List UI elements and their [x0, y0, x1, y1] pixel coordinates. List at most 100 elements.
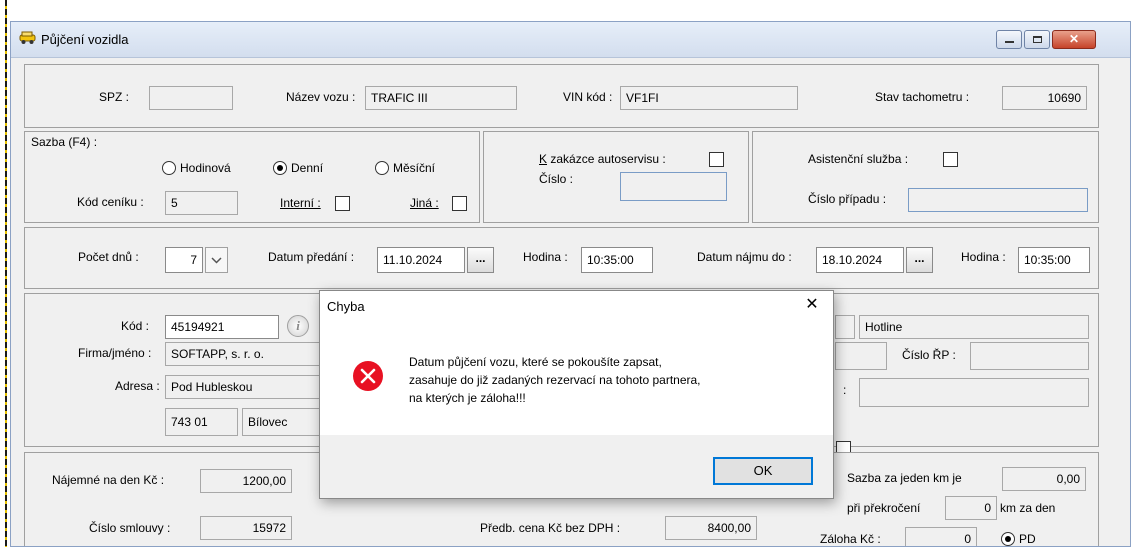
contract-label: Číslo smlouvy : — [89, 521, 171, 535]
model-field[interactable]: TRAFIC III — [365, 86, 517, 110]
partner-colon: : — [843, 383, 847, 397]
handover-hour-label: Hodina : — [523, 250, 568, 264]
pricelist-field[interactable]: 5 — [165, 191, 238, 215]
exceed-label: při překročení — [847, 501, 921, 515]
service-order-prefix: K — [539, 152, 548, 166]
case-number-field[interactable] — [908, 188, 1088, 212]
partner-extra-field[interactable] — [835, 315, 855, 339]
service-order-label: K zakázce autoservisu : — [539, 152, 666, 166]
lease-until-picker-button[interactable]: ... — [906, 247, 933, 273]
partner-extra-field-3[interactable] — [859, 378, 1089, 407]
estimate-label: Předb. cena Kč bez DPH : — [480, 521, 621, 535]
days-field[interactable]: 7 — [165, 247, 203, 273]
maximize-icon — [1033, 36, 1042, 43]
company-field[interactable]: SOFTAPP, s. r. o. — [165, 342, 335, 366]
km-rate-label: Sazba za jeden km je — [847, 471, 962, 485]
deposit-field[interactable]: 0 — [905, 527, 977, 546]
dialog-body: Chyba ✕ Datum půjčení vozu, které se pok… — [320, 291, 833, 435]
deposit-radio-pd[interactable] — [1001, 532, 1015, 546]
radio-hourly[interactable] — [162, 161, 176, 175]
partner-info-button[interactable]: i — [287, 315, 309, 337]
service-panel: K zakázce autoservisu : Číslo : — [483, 131, 749, 223]
window-title: Půjčení vozidla — [41, 32, 129, 47]
service-order-text: zakázce autoservisu : — [547, 152, 666, 166]
km-rate-field[interactable]: 0,00 — [1002, 467, 1086, 491]
service-order-checkbox[interactable] — [709, 152, 724, 167]
vin-label: VIN kód : — [563, 90, 613, 104]
assistance-label: Asistenční služba : — [808, 152, 909, 166]
deposit-radio-pd-label: PD — [1019, 532, 1036, 546]
radio-daily[interactable] — [273, 161, 287, 175]
partner-code-field[interactable]: 45194921 — [165, 315, 279, 339]
ok-button[interactable]: OK — [713, 457, 813, 485]
hotline-field[interactable]: Hotline — [859, 315, 1089, 339]
other-label: Jiná : — [410, 196, 439, 210]
partner-code-label: Kód : — [121, 319, 150, 333]
street-field[interactable]: Pod Hubleskou — [165, 375, 335, 399]
service-number-label: Číslo : — [539, 172, 574, 186]
spz-field[interactable] — [149, 86, 233, 110]
rate-title: Sazba (F4) : — [31, 135, 98, 149]
spz-label: SPZ : — [99, 90, 130, 104]
handover-date-picker-button[interactable]: ... — [467, 247, 494, 273]
handover-date-label: Datum předání : — [268, 250, 355, 264]
maximize-button[interactable] — [1024, 30, 1050, 49]
odometer-field[interactable]: 10690 — [1002, 86, 1087, 110]
radio-monthly-label: Měsíční — [393, 161, 436, 175]
minimize-icon — [1005, 41, 1014, 43]
error-icon — [353, 361, 383, 391]
rp-field[interactable] — [970, 342, 1089, 370]
deposit-label: Záloha Kč : — [820, 532, 881, 546]
rp-label: Číslo ŘP : — [902, 348, 956, 362]
pricelist-label: Kód ceníku : — [77, 195, 144, 209]
minimize-button[interactable] — [996, 30, 1022, 49]
radio-hourly-label: Hodinová — [180, 161, 231, 175]
radio-daily-label: Denní — [291, 161, 324, 175]
car-icon — [19, 31, 36, 44]
rate-panel: Sazba (F4) : Hodinová Denní Měsíční Kód … — [24, 131, 480, 223]
internal-checkbox[interactable] — [335, 196, 350, 211]
km-per-day-label: km za den — [1000, 501, 1056, 515]
vin-field[interactable]: VF1FI — [620, 86, 798, 110]
error-dialog: Chyba ✕ Datum půjčení vozu, které se pok… — [319, 290, 834, 499]
close-window-button[interactable]: ✕ — [1052, 30, 1096, 49]
model-label: Název vozu : — [286, 90, 356, 104]
address-label: Adresa : — [115, 379, 160, 393]
desktop-edge-line — [5, 0, 7, 547]
dialog-title: Chyba — [327, 299, 365, 314]
other-checkbox[interactable] — [452, 196, 467, 211]
close-icon: ✕ — [1068, 32, 1080, 46]
internal-label: Interní : — [280, 196, 321, 210]
rent-label: Nájemné na den Kč : — [52, 473, 165, 487]
lease-until-label: Datum nájmu do : — [697, 250, 792, 264]
days-label: Počet dnů : — [78, 250, 139, 264]
estimate-field[interactable]: 8400,00 — [665, 516, 757, 540]
exceed-field[interactable]: 0 — [945, 496, 997, 520]
chevron-down-icon — [211, 257, 222, 264]
handover-hour-field[interactable]: 10:35:00 — [581, 247, 653, 273]
title-bar: Půjčení vozidla ✕ — [11, 22, 1130, 58]
contract-field[interactable]: 15972 — [200, 516, 292, 540]
lease-until-field[interactable]: 18.10.2024 — [816, 247, 904, 273]
lease-hour-field[interactable]: 10:35:00 — [1018, 247, 1090, 273]
odometer-label: Stav tachometru : — [875, 90, 970, 104]
dialog-close-button[interactable]: ✕ — [798, 294, 826, 316]
vehicle-panel: SPZ : Název vozu : TRAFIC III VIN kód : … — [24, 64, 1099, 128]
case-number-label: Číslo případu : — [808, 192, 887, 206]
days-dropdown-button[interactable] — [205, 247, 228, 273]
radio-monthly[interactable] — [375, 161, 389, 175]
lease-hour-label: Hodina : — [961, 250, 1006, 264]
service-number-field[interactable] — [620, 172, 727, 201]
assistance-panel: Asistenční služba : Číslo případu : — [752, 131, 1099, 223]
dates-panel: Počet dnů : 7 Datum předání : 11.10.2024… — [24, 227, 1099, 289]
assistance-checkbox[interactable] — [943, 152, 958, 167]
dialog-message-line2: zasahuje do již zadaných rezervací na to… — [409, 373, 701, 387]
rent-field[interactable]: 1200,00 — [200, 469, 292, 493]
partner-extra-field-2[interactable] — [835, 342, 887, 370]
zip-field[interactable]: 743 01 — [165, 408, 238, 436]
handover-date-field[interactable]: 11.10.2024 — [377, 247, 465, 273]
dialog-message-line1: Datum půjčení vozu, které se pokoušíte z… — [409, 355, 662, 369]
company-label: Firma/jméno : — [78, 346, 152, 360]
info-icon: i — [296, 318, 300, 333]
dialog-message-line3: na kterých je záloha!!! — [409, 391, 526, 405]
